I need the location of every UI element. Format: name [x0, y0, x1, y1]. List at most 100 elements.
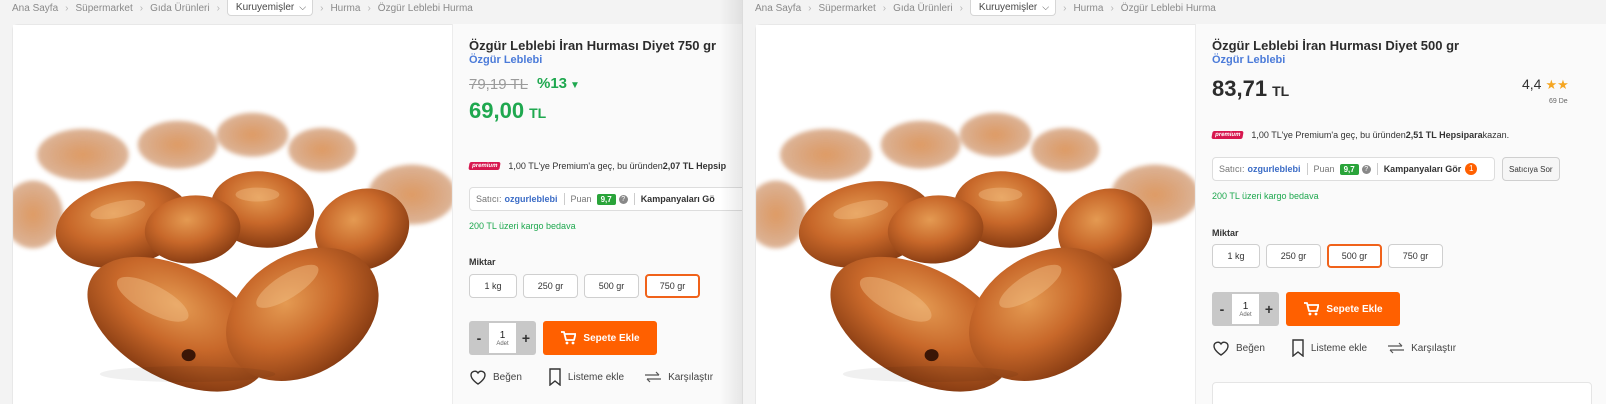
quantity-stepper: - 1 Adet +	[1212, 292, 1279, 326]
breadcrumb-separator-icon: ›	[808, 2, 812, 14]
seller-box: Satıcı: ozgurleblebi Puan 9,7 ? Kampanya…	[1212, 157, 1495, 181]
size-option-1kg[interactable]: 1 kg	[1212, 244, 1260, 268]
pane-edge-shadow	[720, 0, 742, 404]
add-to-cart-button[interactable]: Sepete Ekle	[1286, 292, 1400, 326]
left-browser-pane: Ana Sayfa › Süpermarket › Gıda Ürünleri › K…	[0, 0, 742, 404]
price-currency: TL	[529, 105, 547, 121]
like-button[interactable]: Beğen	[1212, 340, 1265, 356]
breadcrumb-dropdown-label: Kuruyemişler	[978, 1, 1038, 13]
product-image[interactable]	[13, 25, 452, 404]
seller-name-link[interactable]: ozgurleblebi	[505, 194, 558, 204]
premium-promo[interactable]: premium 1,00 TL'ye Premium'a geç, bu ürü…	[468, 161, 727, 171]
chevron-down-icon: ⌵	[299, 1, 307, 12]
ask-seller-button[interactable]: Satıcıya Sor	[1502, 157, 1560, 181]
quantity-input[interactable]: 1 Adet	[489, 323, 516, 353]
score-label: Puan	[1313, 164, 1335, 174]
seller-name-link[interactable]: ozgurleblebi	[1248, 164, 1301, 174]
compare-button[interactable]: Karşılaştır	[1387, 342, 1456, 354]
breadcrumb-current[interactable]: Özgür Leblebi Hurma	[1121, 3, 1216, 14]
breadcrumb-category-dropdown[interactable]: Kuruyemişler ⌵	[226, 0, 314, 16]
breadcrumb-separator-icon: ›	[367, 2, 371, 14]
help-icon[interactable]: ?	[1361, 164, 1371, 174]
heart-icon	[470, 370, 486, 385]
seller-label: Satıcı:	[1219, 164, 1245, 174]
product-actions: Beğen Listeme ekle Karşılaştır	[469, 368, 713, 386]
breadcrumb-hurma[interactable]: Hurma	[1073, 3, 1103, 14]
divider	[563, 193, 565, 205]
like-button[interactable]: Beğen	[469, 369, 522, 385]
add-to-cart-label: Sepete Ekle	[583, 332, 640, 344]
brand-link[interactable]: Özgür Leblebi	[1212, 54, 1285, 66]
product-rating[interactable]: 4,4 ★★	[1522, 76, 1569, 93]
premium-text: 1,00 TL'ye Premium'a geç, bu üründen	[1251, 130, 1406, 140]
add-to-list-button[interactable]: Listeme ekle	[548, 368, 624, 386]
price-currency: TL	[1272, 83, 1290, 99]
brand-link[interactable]: Özgür Leblebi	[469, 54, 542, 66]
breadcrumb-home[interactable]: Ana Sayfa	[755, 3, 801, 14]
quantity-input[interactable]: 1 Adet	[1232, 294, 1259, 324]
divider	[1306, 163, 1308, 175]
campaigns-link[interactable]: Kampanyaları Gö	[641, 194, 715, 204]
premium-promo[interactable]: premium 1,00 TL'ye Premium'a geç, bu ürü…	[1211, 130, 1509, 140]
campaigns-link[interactable]: Kampanyaları Gör	[1384, 164, 1462, 174]
product-actions: Beğen Listeme ekle Karşılaştır	[1212, 339, 1456, 357]
next-section-box	[1212, 382, 1592, 404]
breadcrumb-supermarket[interactable]: Süpermarket	[819, 3, 876, 14]
increment-button[interactable]: +	[1259, 292, 1279, 326]
premium-text: 1,00 TL'ye Premium'a geç, bu üründen	[508, 161, 663, 171]
price-value: 83,71	[1212, 76, 1268, 101]
breadcrumb-home[interactable]: Ana Sayfa	[12, 3, 58, 14]
breadcrumb-hurma[interactable]: Hurma	[330, 3, 360, 14]
breadcrumb-food[interactable]: Gıda Ürünleri	[150, 3, 209, 14]
quantity-unit: Adet	[496, 340, 509, 347]
breadcrumb-separator-icon: ›	[65, 2, 69, 14]
decrement-button[interactable]: -	[1212, 292, 1232, 326]
compare-button[interactable]: Karşılaştır	[644, 371, 713, 383]
price-value: 69,00	[469, 98, 525, 123]
add-to-list-button[interactable]: Listeme ekle	[1291, 339, 1367, 357]
breadcrumb-food[interactable]: Gıda Ürünleri	[893, 3, 952, 14]
size-options: 1 kg 250 gr 500 gr 750 gr	[1212, 244, 1443, 268]
quantity-label: Miktar	[1212, 228, 1239, 238]
discount-rate: %13	[537, 75, 568, 92]
size-option-500gr[interactable]: 500 gr	[584, 274, 639, 298]
size-option-500gr[interactable]: 500 gr	[1327, 244, 1382, 268]
product-title: Özgür Leblebi İran Hurması Diyet 750 gr	[469, 38, 717, 53]
size-option-250gr[interactable]: 250 gr	[1266, 244, 1321, 268]
breadcrumb-category-dropdown[interactable]: Kuruyemişler ⌵	[969, 0, 1057, 16]
breadcrumb-separator-icon: ›	[1110, 2, 1114, 14]
size-options: 1 kg 250 gr 500 gr 750 gr	[469, 274, 700, 298]
size-option-750gr[interactable]: 750 gr	[645, 274, 700, 298]
add-to-cart-button[interactable]: Sepete Ekle	[543, 321, 657, 355]
breadcrumb: Ana Sayfa › Süpermarket › Gıda Ürünleri › K…	[755, 0, 1216, 16]
premium-badge: premium	[468, 162, 502, 170]
breadcrumb-dropdown-label: Kuruyemişler	[235, 1, 295, 13]
heart-icon	[1213, 341, 1229, 356]
chevron-down-icon: ⌵	[1042, 1, 1050, 12]
bookmark-icon	[549, 368, 561, 386]
product-title: Özgür Leblebi İran Hurması Diyet 500 gr	[1212, 38, 1460, 53]
size-option-1kg[interactable]: 1 kg	[469, 274, 517, 298]
free-shipping-note: 200 TL üzeri kargo bedava	[1212, 191, 1319, 201]
free-shipping-note: 200 TL üzeri kargo bedava	[469, 221, 576, 231]
decrement-button[interactable]: -	[469, 321, 489, 355]
like-label: Beğen	[493, 371, 522, 383]
help-icon[interactable]: ?	[618, 194, 628, 204]
size-option-250gr[interactable]: 250 gr	[523, 274, 578, 298]
compare-arrows-icon	[1388, 342, 1405, 354]
quantity-stepper: - 1 Adet +	[469, 321, 536, 355]
quantity-label: Miktar	[469, 257, 496, 267]
breadcrumb-supermarket[interactable]: Süpermarket	[76, 3, 133, 14]
size-option-750gr[interactable]: 750 gr	[1388, 244, 1443, 268]
divider	[1376, 163, 1378, 175]
rating-count[interactable]: 69 De	[1549, 98, 1568, 105]
quantity-value: 1	[1242, 300, 1249, 312]
premium-amount: 2,07 TL Hepsip	[662, 161, 727, 171]
increment-button[interactable]: +	[516, 321, 536, 355]
seller-label: Satıcı:	[476, 194, 502, 204]
compare-label: Karşılaştır	[1411, 342, 1457, 354]
product-image[interactable]	[756, 25, 1195, 404]
campaign-count-badge: 1	[1465, 163, 1478, 175]
breadcrumb-separator-icon: ›	[882, 2, 887, 14]
breadcrumb-current[interactable]: Özgür Leblebi Hurma	[378, 3, 473, 14]
